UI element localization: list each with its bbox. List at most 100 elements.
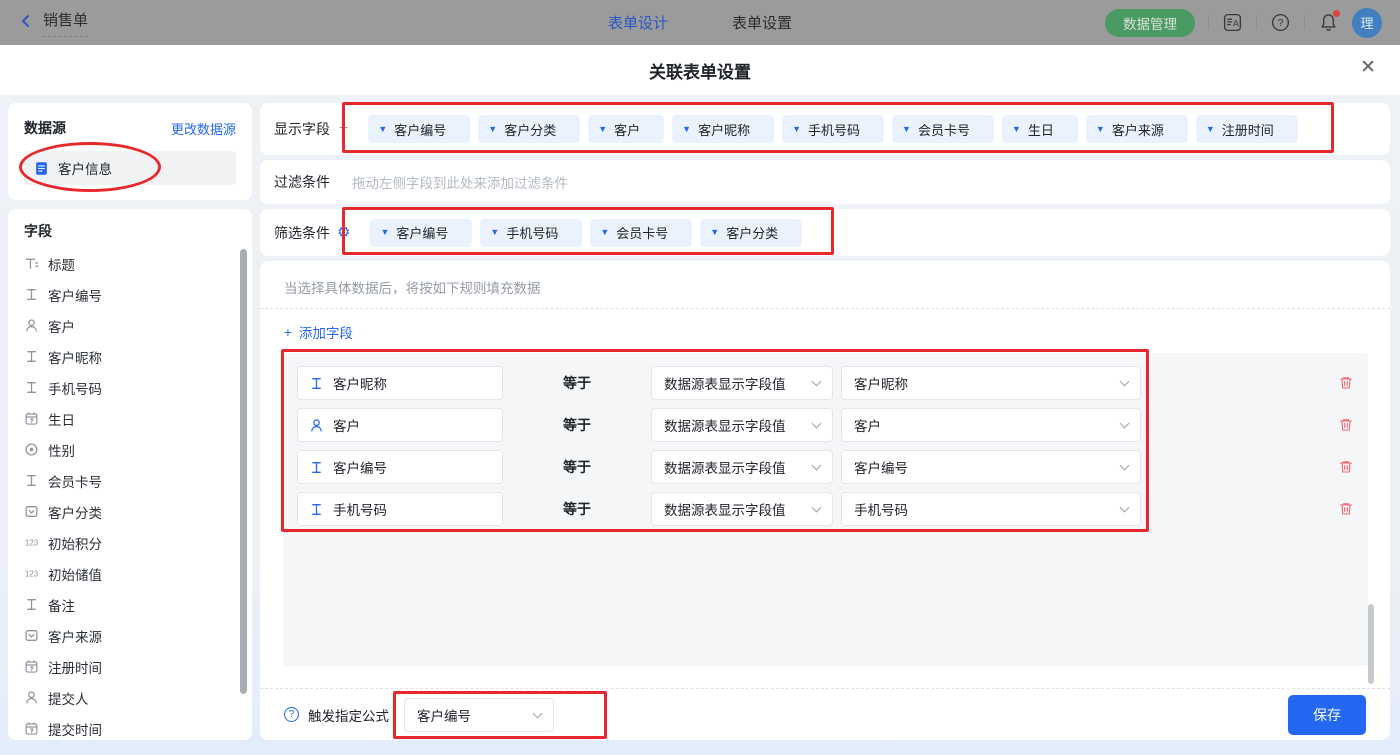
display-field-chip[interactable]: ▼生日 xyxy=(1002,115,1078,143)
rule-target-field[interactable]: 客户编号 xyxy=(297,450,503,484)
field-list-item[interactable]: 性别 xyxy=(24,434,252,465)
datasource-item[interactable]: 客户信息 xyxy=(24,151,236,185)
rule-value-select-value: 客户编号 xyxy=(854,457,908,477)
field-list-item[interactable]: 备注 xyxy=(24,589,252,620)
triangle-down-icon: ▼ xyxy=(600,228,609,237)
datasource-item-label: 客户信息 xyxy=(58,158,112,178)
field-list-item[interactable]: 客户分类 xyxy=(24,496,252,527)
rule-target-field[interactable]: 手机号码 xyxy=(297,492,503,526)
screen-condition-chip[interactable]: ▼客户编号 xyxy=(370,219,472,247)
back-chevron-icon xyxy=(18,13,34,29)
chevron-down-icon xyxy=(1120,377,1130,387)
text-field-icon xyxy=(24,349,39,364)
display-field-chip[interactable]: ▼客户来源 xyxy=(1086,115,1188,143)
display-field-chip[interactable]: ▼注册时间 xyxy=(1196,115,1298,143)
rule-target-field-label: 客户编号 xyxy=(333,457,387,477)
question-icon[interactable]: ? xyxy=(284,707,299,722)
datasource-panel: 数据源 更改数据源 客户信息 xyxy=(8,103,252,200)
field-list-item[interactable]: 客户 xyxy=(24,310,252,341)
tab-form-design[interactable]: 表单设计 xyxy=(608,12,668,33)
trigger-formula-select[interactable]: 客户编号 xyxy=(404,698,554,732)
filter-drop-zone[interactable]: 拖动左侧字段到此处来添加过滤条件 xyxy=(352,172,568,192)
rule-operator: 等于 xyxy=(563,415,591,435)
change-datasource-link[interactable]: 更改数据源 xyxy=(171,119,236,138)
field-list-item[interactable]: 手机号码 xyxy=(24,372,252,403)
triangle-down-icon: ▼ xyxy=(380,228,389,237)
rule-value-select[interactable]: 客户 xyxy=(841,408,1141,442)
field-list-item[interactable]: 123初始储值 xyxy=(24,558,252,589)
divider xyxy=(1304,15,1305,30)
delete-rule-icon[interactable] xyxy=(1338,417,1354,433)
chevron-down-icon xyxy=(812,419,822,429)
field-list-item[interactable]: 提交时间 xyxy=(24,713,252,740)
form-name: 销售单 xyxy=(43,9,88,37)
add-display-field-button[interactable]: + xyxy=(339,121,348,137)
number-field-icon: 123 xyxy=(24,535,39,550)
display-field-chip-label: 客户来源 xyxy=(1112,120,1164,139)
chevron-down-icon xyxy=(1120,461,1130,471)
field-list-item[interactable]: 客户昵称 xyxy=(24,341,252,372)
display-field-chip[interactable]: ▼手机号码 xyxy=(782,115,884,143)
field-list-item[interactable]: 客户编号 xyxy=(24,279,252,310)
display-field-chip[interactable]: ▼客户昵称 xyxy=(672,115,774,143)
display-field-chip[interactable]: ▼客户分类 xyxy=(478,115,580,143)
back-button[interactable]: 销售单 xyxy=(18,9,88,37)
document-icon xyxy=(34,161,49,176)
display-field-chip[interactable]: ▼会员卡号 xyxy=(892,115,994,143)
rule-value-select[interactable]: 手机号码 xyxy=(841,492,1141,526)
rule-source-select[interactable]: 数据源表显示字段值 xyxy=(651,366,833,400)
translate-icon[interactable]: A xyxy=(1222,12,1243,33)
rule-source-select[interactable]: 数据源表显示字段值 xyxy=(651,450,833,484)
close-icon[interactable]: ✕ xyxy=(1360,58,1376,77)
rule-operator: 等于 xyxy=(563,457,591,477)
fill-rule-row: 客户等于数据源表显示字段值客户 xyxy=(297,408,1354,442)
text-field-icon xyxy=(24,380,39,395)
display-field-chip-label: 生日 xyxy=(1028,120,1054,139)
rule-target-field[interactable]: 客户昵称 xyxy=(297,366,503,400)
display-field-chip[interactable]: ▼客户编号 xyxy=(368,115,470,143)
screen-condition-chip[interactable]: ▼客户分类 xyxy=(700,219,802,247)
field-list-item-label: 客户分类 xyxy=(48,502,102,522)
screen-condition-row: 筛选条件 ⚙ ▼客户编号 ▼手机号码 ▼会员卡号 ▼客户分类 xyxy=(260,209,1390,256)
delete-rule-icon[interactable] xyxy=(1338,459,1354,475)
gear-icon[interactable]: ⚙ xyxy=(337,225,350,240)
help-icon[interactable]: ? xyxy=(1270,12,1291,33)
field-list-item[interactable]: 客户来源 xyxy=(24,620,252,651)
field-list-item[interactable]: 标题 xyxy=(24,248,252,279)
delete-rule-icon[interactable] xyxy=(1338,501,1354,517)
display-field-chip[interactable]: ▼客户 xyxy=(588,115,664,143)
rules-scrollbar[interactable] xyxy=(1368,604,1374,684)
triangle-down-icon: ▼ xyxy=(1206,125,1215,134)
avatar[interactable]: 理 xyxy=(1352,8,1382,38)
fields-scrollbar[interactable] xyxy=(240,249,247,694)
rule-source-select-value: 数据源表显示字段值 xyxy=(664,499,786,519)
field-list-item-label: 会员卡号 xyxy=(48,471,102,491)
tab-form-settings[interactable]: 表单设置 xyxy=(732,12,792,33)
save-button[interactable]: 保存 xyxy=(1288,695,1366,735)
rule-target-field-label: 手机号码 xyxy=(333,499,387,519)
screen-condition-label: 筛选条件 xyxy=(274,223,330,243)
field-list-item[interactable]: 提交人 xyxy=(24,682,252,713)
field-list-item[interactable]: 注册时间 xyxy=(24,651,252,682)
rule-source-select[interactable]: 数据源表显示字段值 xyxy=(651,492,833,526)
screen-condition-chip[interactable]: ▼手机号码 xyxy=(480,219,582,247)
rule-value-select[interactable]: 客户编号 xyxy=(841,450,1141,484)
display-field-chip-label: 会员卡号 xyxy=(918,120,970,139)
chevron-down-icon xyxy=(812,503,822,513)
svg-text:123: 123 xyxy=(25,570,39,579)
plus-icon: + xyxy=(284,325,292,340)
triangle-down-icon: ▼ xyxy=(598,125,607,134)
rule-value-select[interactable]: 客户昵称 xyxy=(841,366,1141,400)
field-list-item[interactable]: 生日 xyxy=(24,403,252,434)
data-manage-button[interactable]: 数据管理 xyxy=(1105,9,1195,37)
notification-bell-icon[interactable] xyxy=(1318,12,1339,33)
delete-rule-icon[interactable] xyxy=(1338,375,1354,391)
screen-condition-chip[interactable]: ▼会员卡号 xyxy=(590,219,692,247)
add-field-link[interactable]: + 添加字段 xyxy=(260,309,377,344)
field-list-item[interactable]: 123初始积分 xyxy=(24,527,252,558)
field-list-item[interactable]: 会员卡号 xyxy=(24,465,252,496)
rule-target-field[interactable]: 客户 xyxy=(297,408,503,442)
rule-source-select[interactable]: 数据源表显示字段值 xyxy=(651,408,833,442)
radio-field-icon xyxy=(24,442,39,457)
topbar-tabs: 表单设计 表单设置 xyxy=(608,0,792,45)
